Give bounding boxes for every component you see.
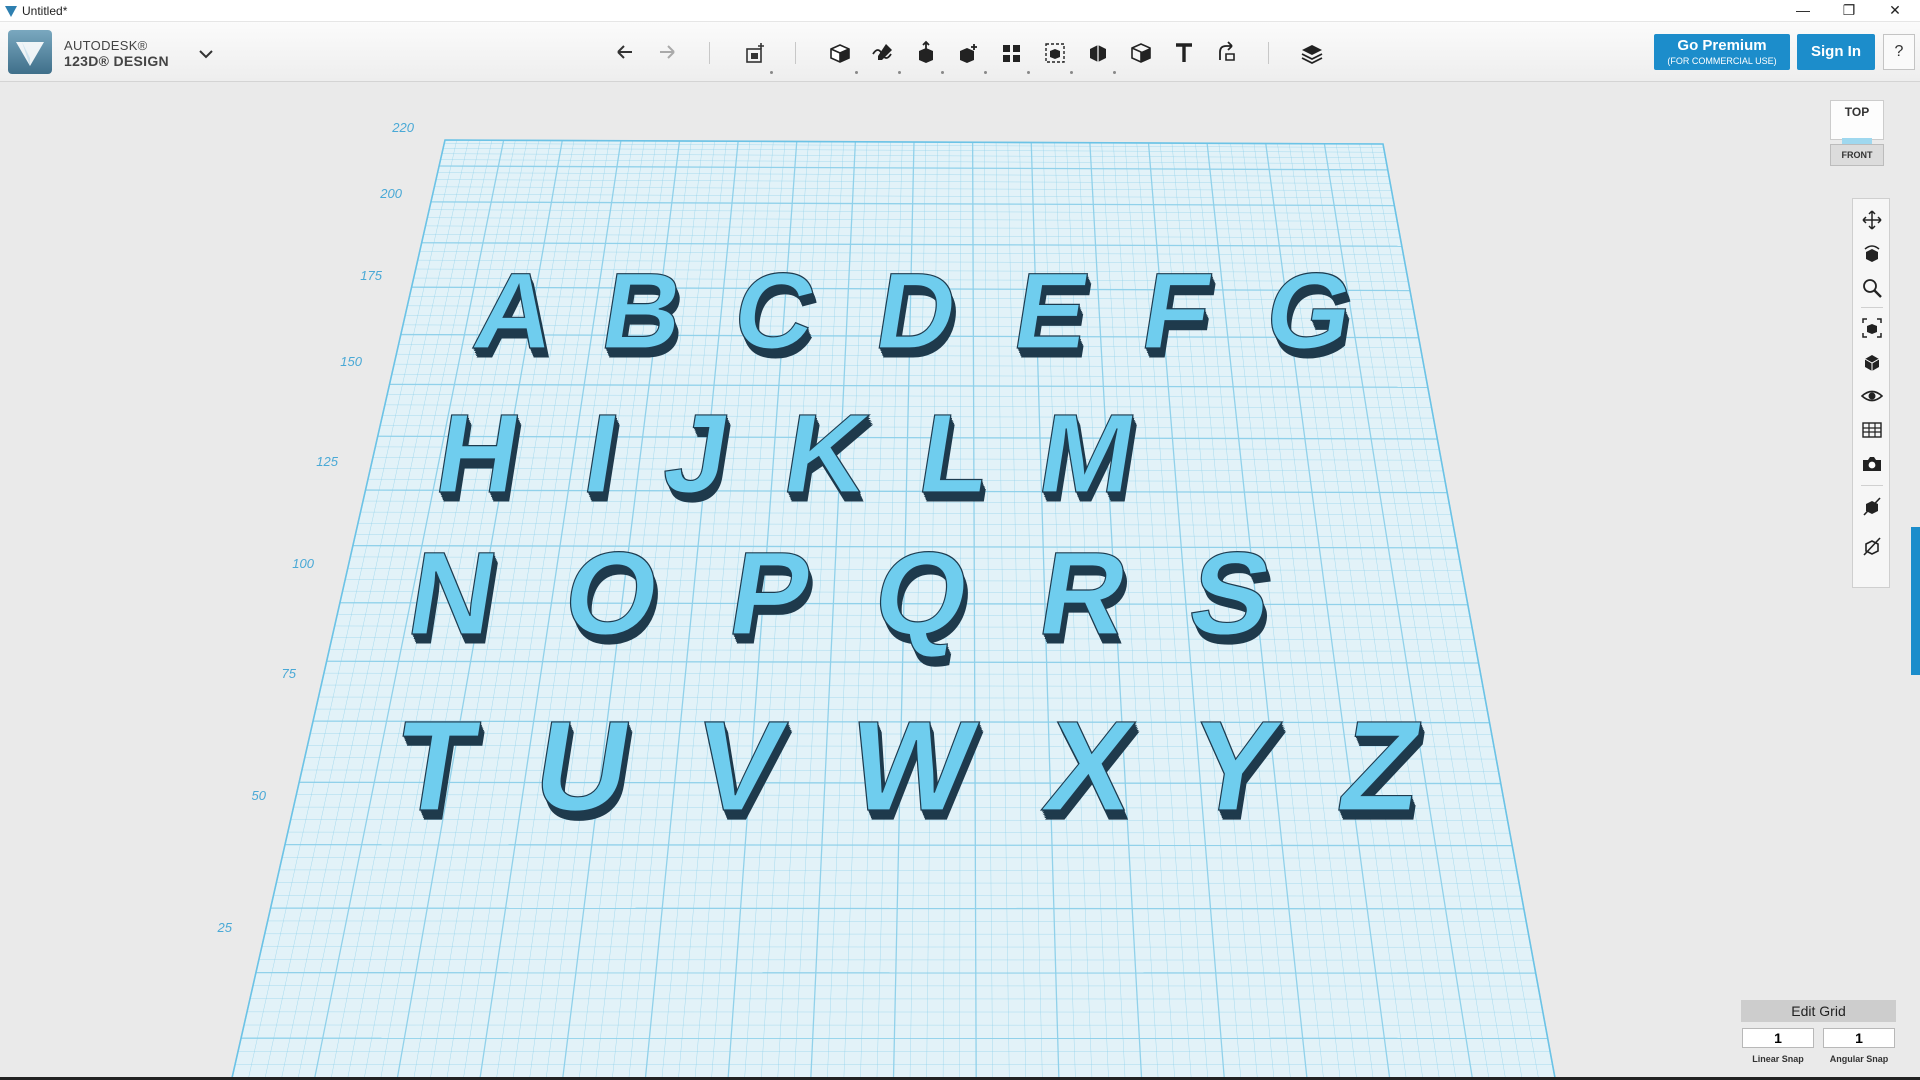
snap-icon [1219,41,1235,61]
grid-line [270,907,1524,910]
grid-plane: 220200175150125100755025AAAAAAA BBBBBBB CC… [217,120,1556,1079]
app-logo-small-icon [5,6,17,17]
construct-button[interactable] [911,38,944,74]
orbit-button[interactable] [1859,241,1885,267]
material-button[interactable] [1297,38,1327,68]
side-panel-handle[interactable] [1911,527,1920,675]
main-toolbar: AUTODESK® 123D® DESIGN Go Premium (FOR C… [0,22,1920,82]
pan-button[interactable] [1859,207,1885,233]
modify-icon [960,44,977,63]
toolbar-separator [709,42,710,64]
app-menu-logo[interactable] [8,30,52,74]
material-mode-button[interactable] [1859,493,1885,519]
view-button[interactable] [1859,349,1885,375]
view-cube[interactable]: TOP FRONT [1830,100,1886,170]
navigation-bar [1852,198,1890,588]
angular-snap-label: Angular Snap [1829,1054,1889,1064]
undo-button[interactable] [610,38,640,68]
nav-separator [1861,485,1883,486]
close-button[interactable]: ✕ [1872,0,1918,22]
combine-button[interactable] [1083,38,1116,74]
view-cube-front[interactable]: FRONT [1830,144,1884,166]
grid-axis-label: 100 [292,556,314,571]
edit-grid-panel: Edit Grid Linear Snap Angular Snap [1741,1000,1896,1072]
maximize-button[interactable]: ❐ [1826,0,1872,22]
grid-axis-label: 150 [340,354,362,369]
sketch-button[interactable] [868,38,901,74]
nav-separator [1861,307,1883,308]
outline-mode-button[interactable] [1859,533,1885,559]
redo-button[interactable] [652,38,682,68]
text-icon [1176,43,1192,62]
brand-line-1: AUTODESK® [64,38,148,53]
toolbar-separator [1268,42,1269,64]
grid-axis-label: 50 [252,788,267,803]
sign-in-button[interactable]: Sign In [1797,34,1875,70]
letter-face: M [1031,391,1144,516]
construct-icon [919,40,933,63]
redo-icon [660,45,675,59]
go-premium-label: Go Premium [1677,37,1767,54]
grid-axis-label: 125 [316,454,338,469]
primitives-button[interactable] [825,38,858,74]
chevron-down-icon[interactable] [196,44,216,64]
linear-snap-label: Linear Snap [1752,1054,1804,1064]
sketch-icon [872,44,892,60]
outline-mode-icon [1863,537,1881,556]
minimize-button[interactable]: — [1780,0,1826,22]
combine-icon [1090,45,1106,62]
screenshot-button[interactable] [1859,451,1885,477]
material-icon [1301,45,1323,65]
3d-viewport[interactable]: 220 200 175 150 125 100 75 50 25 A A A A A A A B B B B B B B C C… [0,82,1920,1080]
go-premium-sublabel: (FOR COMMERCIAL USE) [1667,56,1777,66]
grid-axis-label: 25 [217,920,233,935]
grouping-button[interactable] [1040,38,1073,74]
window-title: Untitled* [22,4,68,18]
grid-icon [1862,422,1882,438]
modify-button[interactable] [954,38,987,74]
brand-line-2: 123D® DESIGN [64,53,169,69]
pan-icon [1862,210,1882,230]
undo-icon [617,45,632,59]
autodesk-logo-icon [16,42,44,66]
letter-w: WWWWWWW [840,694,988,847]
fit-button[interactable] [1859,315,1885,341]
toolbar-separator [795,42,796,64]
magnifier-icon [1863,279,1882,298]
fit-icon [1862,318,1882,338]
camera-icon [1863,457,1881,471]
primitives-icon [830,44,850,63]
grid-axis-label: 75 [282,666,297,681]
transform-button[interactable] [740,38,773,74]
grid-axis-label: 220 [391,120,414,135]
text-button[interactable] [1169,38,1199,68]
snap-button[interactable] [1212,38,1242,68]
grouping-icon [1045,43,1065,63]
orbit-icon [1864,245,1880,262]
title-bar: Untitled* — ❐ ✕ [0,0,1920,22]
pattern-button[interactable] [997,38,1030,74]
angular-snap-input[interactable] [1823,1028,1895,1048]
material-mode-icon [1863,497,1881,516]
eye-icon [1861,390,1883,402]
view-cube-top[interactable]: TOP [1830,100,1884,140]
grid-axis-label: 200 [379,186,402,201]
grid-axis-label: 175 [360,268,382,283]
go-premium-button[interactable]: Go Premium (FOR COMMERCIAL USE) [1654,34,1790,70]
zoom-button[interactable] [1859,275,1885,301]
transform-icon [746,43,764,63]
grid-toggle-button[interactable] [1859,417,1885,443]
letter-face: W [841,695,985,838]
view-cube-icon [1864,355,1880,371]
linear-snap-input[interactable] [1742,1028,1814,1048]
measure-icon [1131,43,1151,63]
visibility-button[interactable] [1859,383,1885,409]
edit-grid-button[interactable]: Edit Grid [1741,1000,1896,1022]
measure-button[interactable] [1126,38,1156,68]
help-button[interactable]: ? [1883,34,1915,70]
pattern-icon [1003,45,1020,62]
